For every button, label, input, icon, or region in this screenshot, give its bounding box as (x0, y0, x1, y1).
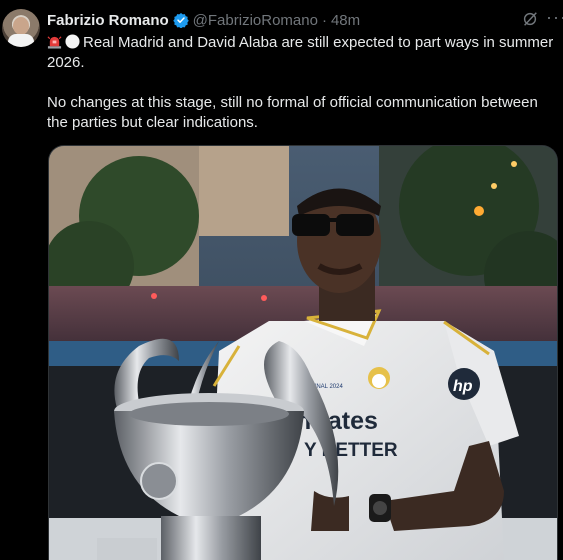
avatar[interactable] (2, 9, 40, 47)
tweet-text: Real Madrid and David Alaba are still ex… (47, 33, 559, 133)
tweet-paragraph-1: Real Madrid and David Alaba are still ex… (47, 33, 559, 73)
shirt-sponsor-line-2: Y BETTER (304, 440, 398, 461)
author-name[interactable]: Fabrizio Romano (47, 12, 169, 29)
avatar-body (8, 34, 34, 47)
tweet-paragraph-2: No changes at this stage, still no forma… (47, 94, 538, 131)
separator-dot: · (321, 11, 327, 29)
photo-scene: FINAL 2024 mirates Y BETTER hp (49, 146, 557, 560)
verified-badge-icon (172, 13, 189, 28)
sleeve-text: hp (453, 378, 473, 395)
siren-emoji (47, 36, 62, 49)
tweet-time[interactable]: 48m (331, 12, 360, 29)
grok-icon[interactable] (521, 10, 539, 28)
avatar-face (13, 17, 29, 35)
tweet[interactable]: Fabrizio Romano @FabrizioRomano · 48m ··… (0, 0, 563, 560)
tweet-line-1: Real Madrid and David Alaba are still ex… (47, 34, 554, 71)
white-circle-emoji (65, 34, 80, 49)
tweet-media-image[interactable]: FINAL 2024 mirates Y BETTER hp (48, 145, 558, 560)
author-handle[interactable]: @FabrizioRomano (193, 12, 318, 29)
more-icon[interactable]: ··· (546, 8, 563, 29)
tweet-header: Fabrizio Romano @FabrizioRomano · 48m (47, 10, 360, 30)
